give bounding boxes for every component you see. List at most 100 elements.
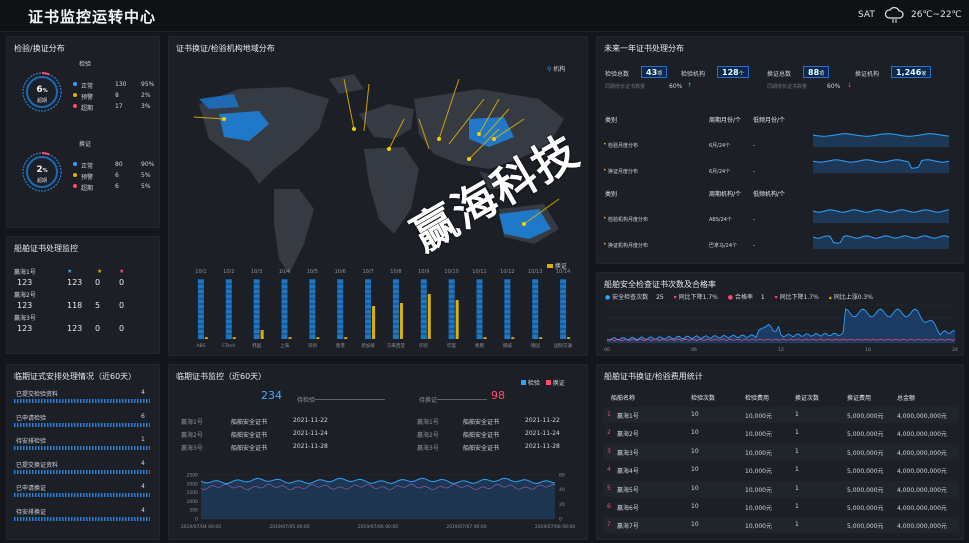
monitor-cert-name: 船舶安全证书 xyxy=(463,419,500,426)
gauge-group: 检验 6% 超期 正常 130 95% 预警 8 2% 超期 17 3% 换证 2% 超期 正常 80 90% 预警… xyxy=(7,37,161,229)
temperature-label: 26℃~22℃ xyxy=(911,10,962,20)
expire-panel: 临期证式安排处理情况（近60天） 已提交检验资料 4 已申请检验 6 待安排检验 1 已提交… xyxy=(6,364,160,540)
y-tick-left: 1500 xyxy=(187,490,199,496)
bar-x-label: CTech xyxy=(222,343,235,349)
fee-inspect-count: 10 xyxy=(691,503,699,510)
legend-star-icon: ★ xyxy=(67,268,73,275)
bar-x-label: 韩国 xyxy=(252,342,261,349)
expire-item-label: 待安排检验 xyxy=(16,438,47,445)
monitor-date: 2021-11-22 xyxy=(525,417,560,424)
ship-total: 123 xyxy=(17,301,33,310)
fee-inspect-count: 10 xyxy=(691,521,699,529)
row-peak: ABS/24个 xyxy=(709,217,732,223)
gauge-value: 2% xyxy=(31,165,53,175)
bar-month-label: 10/7 xyxy=(362,269,373,275)
fee-table-header: 换证费用 xyxy=(847,395,872,402)
expire-rows: 已提交检验资料 4 已申请检验 6 待安排检验 1 已提交换证资料 4 已申请换证 4 待安排换证 4 xyxy=(7,365,161,541)
ship-rows: ★ ★ ★ 赢海1号 123 123 0 0 赢海2号 123 118 5 0 赢海3号 123 123 0 0 xyxy=(7,237,161,355)
bar-renewal xyxy=(427,294,431,339)
area-fill xyxy=(201,478,555,519)
fee-inspect-count: 10 xyxy=(691,484,699,492)
expire-progress-bar xyxy=(14,422,150,427)
x-tick: 2019/07/06 00:00 xyxy=(358,524,398,530)
monitor-ship-name: 赢海2号 xyxy=(417,432,439,439)
fee-ship-name: 赢海4号 xyxy=(617,468,639,476)
gauge-arc xyxy=(41,151,50,156)
year-table: 类别 周期月份/个 低频月份/个 • 检验月度分布 6月/24个 - • 换证月度分布 6月/24… xyxy=(597,37,965,265)
fee-total: 4,000,000,000元 xyxy=(897,449,947,457)
fee-table-header: 检验次数 xyxy=(691,395,716,402)
bar-month-label: 10/2 xyxy=(223,269,234,275)
row-peak: 6月/24个 xyxy=(709,143,731,149)
bar-month-label: 10/12 xyxy=(500,269,514,275)
x-tick: 2019/07/04 00:00 xyxy=(181,524,221,530)
y-tick-right: 40 xyxy=(559,487,565,493)
expire-item-label: 已提交换证资料 xyxy=(16,461,59,469)
monitor-ship-name: 赢海1号 xyxy=(417,419,439,426)
bar-renewal xyxy=(399,303,403,339)
row-low: - xyxy=(753,168,756,175)
bar-renewal xyxy=(567,337,571,339)
ship-normal: 118 xyxy=(67,301,83,310)
monitor-cert-name: 船舶安全证书 xyxy=(463,445,500,452)
ship-warning: 0 xyxy=(95,278,101,287)
table-header: 类别 xyxy=(605,117,618,124)
bar-x-label: 希腊 xyxy=(475,342,484,349)
table-header: 周期月份/个 xyxy=(709,117,742,124)
fee-renew-count: 1 xyxy=(795,466,799,474)
fee-total: 4,000,000,000元 xyxy=(897,523,947,531)
fee-renew-count: 1 xyxy=(795,411,799,418)
fee-ship-name: 赢海5号 xyxy=(617,486,639,494)
monitor-date: 2021-11-28 xyxy=(293,443,328,450)
legend-star-icon: ★ xyxy=(119,268,125,275)
row-index: 1 xyxy=(607,411,611,418)
bullet-icon: • xyxy=(603,241,607,248)
fee-renew-cost: 5,000,000元 xyxy=(847,523,884,531)
status-label: 超期 xyxy=(81,185,94,192)
fee-renew-cost: 5,000,000元 xyxy=(847,468,884,476)
status-count: 6 xyxy=(115,172,119,179)
y-tick-right: 20 xyxy=(559,502,565,508)
bar-renewal xyxy=(455,300,459,339)
bar-renewal xyxy=(232,337,236,339)
header-bar: 证书监控运转中心 SAT 26℃~22℃ xyxy=(0,0,969,32)
cloud-icon xyxy=(884,7,904,23)
expire-item-count: 4 xyxy=(141,483,145,490)
bar-month-label: 10/1 xyxy=(195,269,206,275)
bar-renewal xyxy=(372,306,376,339)
fee-total: 4,000,000,000元 xyxy=(897,505,947,512)
bar-x-label: 印度 xyxy=(447,342,456,349)
monitor-ship-name: 赢海1号 xyxy=(181,419,203,426)
inspection-panel: 检验/换证分布 检验 6% 超期 正常 130 95% 预警 8 2% 超期 17 3% 换证 2% 超期正… xyxy=(6,36,160,228)
table-header: 低频机构/个 xyxy=(753,191,786,198)
rate-pass-value: 1 xyxy=(760,294,765,301)
monitor-ship-name: 赢海3号 xyxy=(181,445,203,452)
bar-x-label: 马来西亚 xyxy=(387,342,405,349)
fee-renew-count: 1 xyxy=(795,484,799,492)
bar-renewal xyxy=(260,330,264,339)
sparkline-area xyxy=(813,133,949,147)
ship-expired: 0 xyxy=(119,278,125,287)
fee-renew-cost: 5,000,000元 xyxy=(847,431,884,439)
fee-renew-cost: 5,000,000元 xyxy=(847,413,884,420)
gauge-arc xyxy=(41,71,50,76)
status-count: 6 xyxy=(115,183,119,190)
ship-total: 123 xyxy=(17,324,33,333)
expire-progress-bar xyxy=(14,446,150,450)
ship-normal: 123 xyxy=(67,278,83,287)
rate-trend-2: 同比下降1.7% xyxy=(779,294,819,301)
monitor-line-chart: 2500200015001000500060402002019/07/04 00… xyxy=(181,473,575,531)
x-tick: 06 xyxy=(691,347,697,353)
year-distribution-panel: 未来一年证书处理分布 检验总数 43项 检验机构 128个 换证总数 88项 换证机构 1,2… xyxy=(596,36,964,264)
monitor-cert-name: 船舶安全证书 xyxy=(231,445,268,452)
ship-warning: 0 xyxy=(95,324,101,333)
rate-area-chart: 00 06 12 18 24 xyxy=(604,304,958,353)
rate-label-count: 安全检查次数 xyxy=(612,294,649,301)
fee-total: 4,000,000,000元 xyxy=(897,431,947,439)
ship-total: 123 xyxy=(17,278,33,287)
bullet-icon: • xyxy=(603,167,607,174)
fee-renew-count: 1 xyxy=(795,447,799,455)
rate-label-pass: 合格率 xyxy=(734,294,753,301)
gauge-unit: % xyxy=(42,88,48,94)
bar-month-label: 10/10 xyxy=(444,269,458,275)
